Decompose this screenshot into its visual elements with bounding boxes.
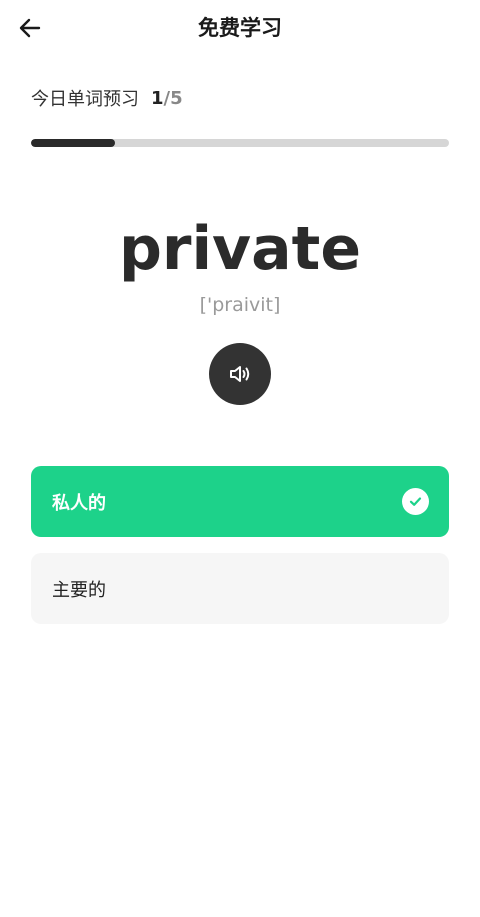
answer-option-label: 主要的 xyxy=(52,579,106,601)
header: 免费学习 xyxy=(0,0,480,56)
progress-label: 今日单词预习 xyxy=(31,89,139,110)
answer-option-correct[interactable]: 私人的 xyxy=(31,466,449,537)
progress-bar-fill xyxy=(31,139,115,147)
progress-total: 5 xyxy=(170,87,183,109)
answer-option[interactable]: 主要的 xyxy=(31,553,449,624)
answer-option-label: 私人的 xyxy=(52,492,106,514)
play-audio-button[interactable] xyxy=(209,343,271,405)
progress-current: 1 xyxy=(151,87,164,109)
vocab-word: private xyxy=(118,214,362,284)
progress-count: 1/5 xyxy=(151,88,183,109)
page-title: 免费学习 xyxy=(198,16,282,40)
progress-summary: 今日单词预习 1/5 xyxy=(31,84,183,112)
speaker-icon xyxy=(230,366,250,382)
progress-bar xyxy=(31,139,449,147)
check-circle-icon xyxy=(402,488,429,515)
phonetic-transcription: ['praivit] xyxy=(199,294,281,316)
